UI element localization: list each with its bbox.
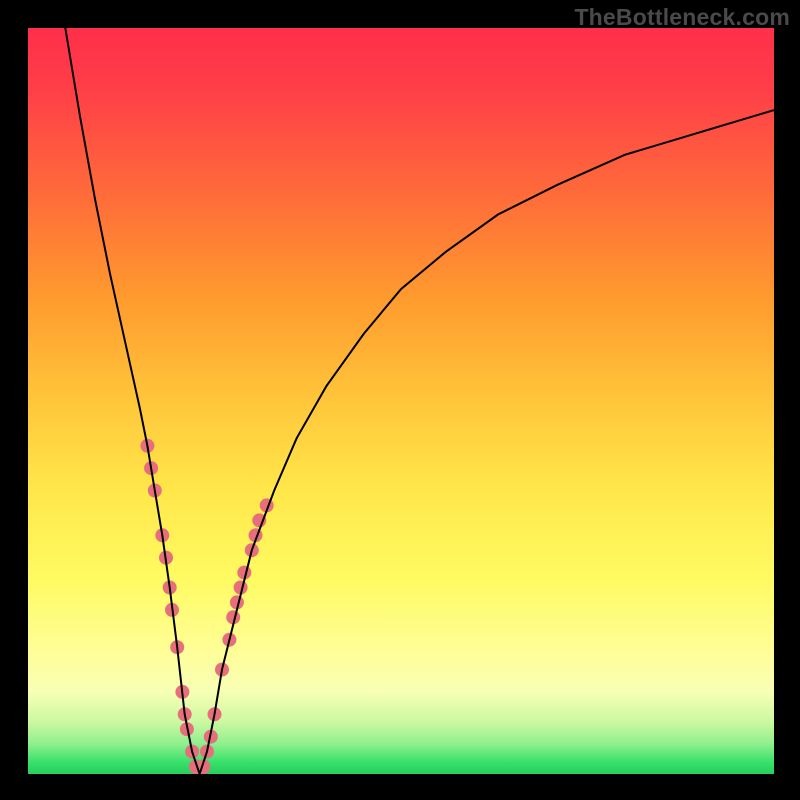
watermark-text: TheBottleneck.com bbox=[574, 4, 790, 31]
marker-group bbox=[140, 439, 273, 774]
chart-frame: TheBottleneck.com bbox=[0, 0, 800, 800]
plot-area bbox=[28, 28, 774, 774]
bottleneck-curve bbox=[65, 28, 774, 774]
chart-svg bbox=[28, 28, 774, 774]
